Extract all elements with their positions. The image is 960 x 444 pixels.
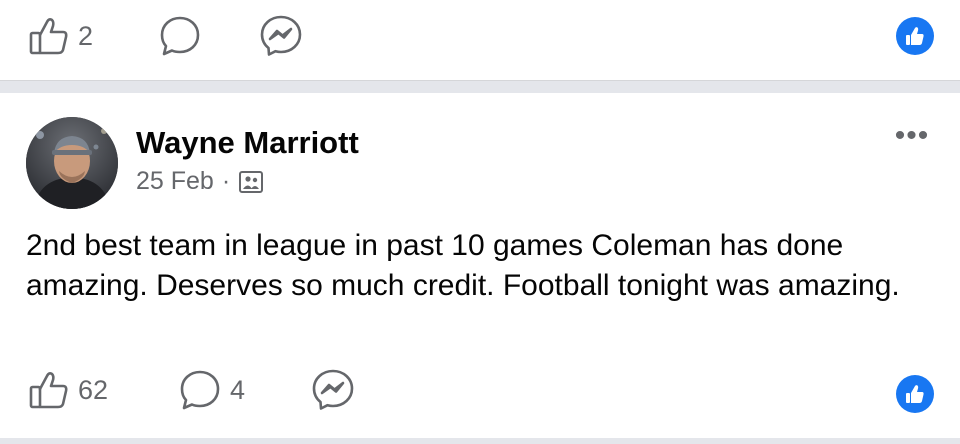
comment-button[interactable]: 4: [178, 360, 245, 420]
friends-audience-icon: [238, 169, 264, 195]
comment-button[interactable]: [158, 6, 202, 66]
thumbs-up-icon: [28, 369, 70, 411]
send-button[interactable]: [258, 6, 304, 66]
post-action-bar: 62 4: [0, 360, 960, 420]
messenger-icon: [258, 13, 304, 59]
previous-post-action-bar: 2: [0, 6, 960, 66]
post-divider: [0, 80, 960, 93]
like-button[interactable]: 62: [28, 360, 108, 420]
like-reaction-icon[interactable]: [896, 17, 934, 55]
thumbs-up-icon: [28, 15, 70, 57]
comment-count: 4: [230, 374, 246, 405]
like-reaction-icon[interactable]: [896, 375, 934, 413]
more-options-button[interactable]: •••: [890, 119, 934, 152]
facebook-feed: 2 Wayne Marriott 25 Feb · ••• 2nd best t…: [0, 0, 960, 444]
meta-separator: ·: [221, 167, 231, 195]
post-divider: [0, 438, 960, 444]
post-meta: 25 Feb ·: [136, 167, 264, 196]
post-header: Wayne Marriott 25 Feb · •••: [26, 117, 934, 209]
comment-icon: [158, 14, 202, 58]
like-count: 2: [78, 20, 94, 51]
like-button[interactable]: 2: [28, 6, 93, 66]
avatar[interactable]: [26, 117, 118, 209]
send-button[interactable]: [310, 360, 356, 420]
like-count: 62: [78, 374, 109, 405]
messenger-icon: [310, 367, 356, 413]
post-text: 2nd best team in league in past 10 games…: [26, 229, 900, 302]
comment-icon: [178, 368, 222, 412]
author-name[interactable]: Wayne Marriott: [136, 125, 359, 161]
post-date[interactable]: 25 Feb: [136, 167, 214, 196]
